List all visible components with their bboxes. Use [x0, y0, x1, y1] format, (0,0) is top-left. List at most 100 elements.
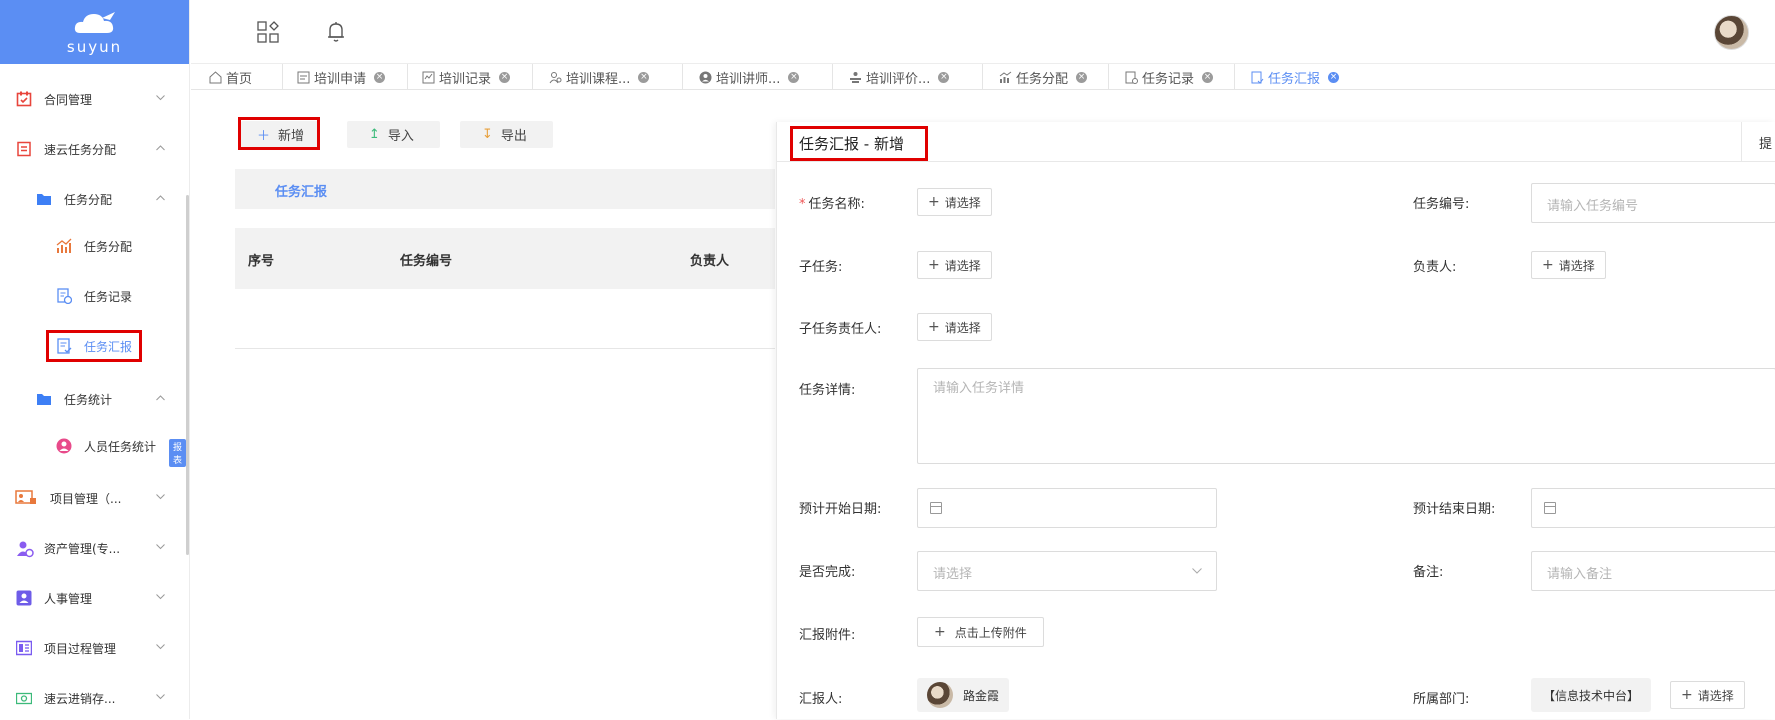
- sidebar-item-task-assign[interactable]: 任务分配: [0, 224, 186, 268]
- apps-grid-icon[interactable]: [257, 21, 279, 43]
- list-section-title[interactable]: 任务汇报: [275, 181, 327, 200]
- tab-home[interactable]: 首页: [191, 64, 283, 90]
- tab-close-icon[interactable]: ×: [374, 71, 386, 83]
- tab-close-icon[interactable]: ×: [1202, 71, 1214, 83]
- task-name-select-button[interactable]: + 请选择: [917, 188, 992, 216]
- tab-close-icon[interactable]: ×: [1076, 71, 1088, 83]
- owner-label: 负责人:: [1413, 260, 1457, 275]
- table-body: [235, 289, 775, 349]
- sidebar-item-label: 人员任务统计: [84, 439, 157, 454]
- remark-label: 备注:: [1413, 565, 1444, 580]
- sidebar-item-inventory[interactable]: 速云进销存...: [0, 676, 186, 720]
- tab-training-course[interactable]: 培训课程... ×: [533, 64, 683, 90]
- tab-task-record[interactable]: 任务记录 ×: [1109, 64, 1235, 90]
- plus-icon: +: [928, 319, 940, 335]
- reporter-chip[interactable]: 路金霞: [917, 678, 1010, 712]
- top-header: [191, 0, 1775, 64]
- chart-icon: [56, 238, 72, 253]
- subtask-owner-label: 子任务责任人:: [799, 322, 882, 337]
- chart-icon: [999, 71, 1012, 83]
- sidebar-item-process[interactable]: 项目过程管理: [0, 626, 186, 670]
- sidebar-item-asset[interactable]: 资产管理(专...: [0, 526, 186, 570]
- divider: [1741, 122, 1742, 162]
- sidebar-item-label: 速云任务分配: [44, 142, 117, 157]
- task-no-input[interactable]: 请输入任务编号: [1531, 183, 1775, 223]
- report-icon: [1251, 71, 1264, 84]
- plus-icon: +: [928, 257, 940, 273]
- import-button[interactable]: ↥ 导入: [347, 121, 440, 148]
- home-icon: [209, 70, 222, 83]
- tab-training-apply[interactable]: 培训申请 ×: [283, 64, 408, 90]
- brand-logo[interactable]: suyun: [0, 0, 189, 64]
- sidebar-item-label: 资产管理(专...: [44, 541, 121, 556]
- tab-training-teacher[interactable]: 培训讲师... ×: [683, 64, 833, 90]
- sidebar-item-label: 项目管理（...: [50, 491, 122, 506]
- task-list-icon: [17, 141, 31, 157]
- chevron-up-icon: [156, 395, 165, 403]
- calendar-icon: [1544, 502, 1556, 514]
- sidebar-item-task-stats-folder[interactable]: 任务统计: [0, 377, 186, 421]
- chevron-down-icon: [156, 644, 165, 652]
- calendar-icon: [930, 502, 942, 514]
- tab-close-icon[interactable]: ×: [788, 71, 800, 83]
- sidebar-item-person-task-stats[interactable]: 人员任务统计 报表: [0, 424, 187, 468]
- column-header[interactable]: 任务编号: [400, 250, 452, 269]
- table-header: 序号 任务编号 负责人: [235, 228, 775, 289]
- tab-close-icon[interactable]: ×: [499, 71, 511, 83]
- folder-icon: [37, 394, 51, 405]
- project-icon: [15, 490, 36, 504]
- apply-icon: [297, 71, 310, 83]
- tab-label: 培训申请: [314, 71, 367, 87]
- reporter-label: 汇报人:: [799, 692, 843, 707]
- course-icon: [549, 71, 562, 83]
- person-icon: [56, 438, 72, 454]
- tab-close-icon[interactable]: ×: [938, 71, 950, 83]
- sidebar-item-project[interactable]: 项目管理（...: [0, 476, 186, 520]
- dept-chip[interactable]: 【信息技术中台】: [1531, 678, 1652, 712]
- detail-textarea[interactable]: 请输入任务详情: [917, 368, 1775, 464]
- sidebar-item-task-record[interactable]: 任务记录: [0, 274, 186, 318]
- done-select-placeholder: 请选择: [933, 567, 973, 582]
- user-avatar[interactable]: [1714, 15, 1749, 50]
- folder-icon: [37, 194, 51, 205]
- column-header[interactable]: 序号: [248, 250, 274, 269]
- tab-label: 培训讲师...: [716, 71, 781, 87]
- sidebar-item-contract[interactable]: 合同管理: [0, 77, 186, 121]
- sidebar-item-label: 任务分配: [84, 239, 133, 254]
- chevron-up-icon: [156, 195, 165, 203]
- tab-training-evaluate[interactable]: 培训评价... ×: [833, 64, 983, 90]
- submit-button[interactable]: 提: [1759, 133, 1772, 152]
- dept-label: 所属部门:: [1413, 692, 1470, 707]
- plus-icon: +: [1542, 257, 1554, 273]
- form-panel: 任务汇报 - 新增 提 * 任务名称: + 请选择 任务编号: 请输入任务编号 子任…: [776, 122, 1775, 719]
- tab-close-icon[interactable]: ×: [1328, 71, 1340, 83]
- done-select[interactable]: 请选择: [917, 551, 1217, 591]
- start-date-label: 预计开始日期:: [799, 502, 882, 517]
- subtask-owner-select-button[interactable]: + 请选择: [917, 313, 992, 341]
- tab-task-report[interactable]: 任务汇报 ×: [1235, 64, 1361, 90]
- bell-icon[interactable]: [326, 21, 346, 43]
- tab-task-assign[interactable]: 任务分配 ×: [983, 64, 1109, 90]
- hr-icon: [16, 590, 32, 606]
- column-header[interactable]: 负责人: [690, 250, 729, 269]
- owner-select-button[interactable]: + 请选择: [1531, 251, 1606, 279]
- tab-training-record[interactable]: 培训记录 ×: [408, 64, 533, 90]
- chevron-down-icon: [156, 95, 165, 103]
- sidebar-item-task-assign-group[interactable]: 速云任务分配: [0, 127, 186, 171]
- export-button[interactable]: ↧ 导出: [460, 121, 553, 148]
- end-date-picker[interactable]: [1531, 488, 1775, 528]
- tab-close-icon[interactable]: ×: [638, 71, 650, 83]
- dept-select-button[interactable]: + 请选择: [1670, 681, 1745, 709]
- tab-label: 培训课程...: [566, 71, 631, 87]
- sidebar-item-hr[interactable]: 人事管理: [0, 576, 186, 620]
- remark-input[interactable]: 请输入备注: [1531, 551, 1775, 591]
- sidebar-item-task-assign-folder[interactable]: 任务分配: [0, 177, 186, 221]
- start-date-picker[interactable]: [917, 488, 1217, 528]
- tab-label: 任务分配: [1016, 71, 1069, 87]
- subtask-label: 子任务:: [799, 260, 843, 275]
- task-no-label: 任务编号:: [1413, 197, 1470, 212]
- sidebar-scrollbar[interactable]: [186, 195, 189, 555]
- annotation-highlight-box: [238, 117, 320, 150]
- subtask-select-button[interactable]: + 请选择: [917, 251, 992, 279]
- upload-attachment-button[interactable]: + 点击上传附件: [917, 617, 1044, 647]
